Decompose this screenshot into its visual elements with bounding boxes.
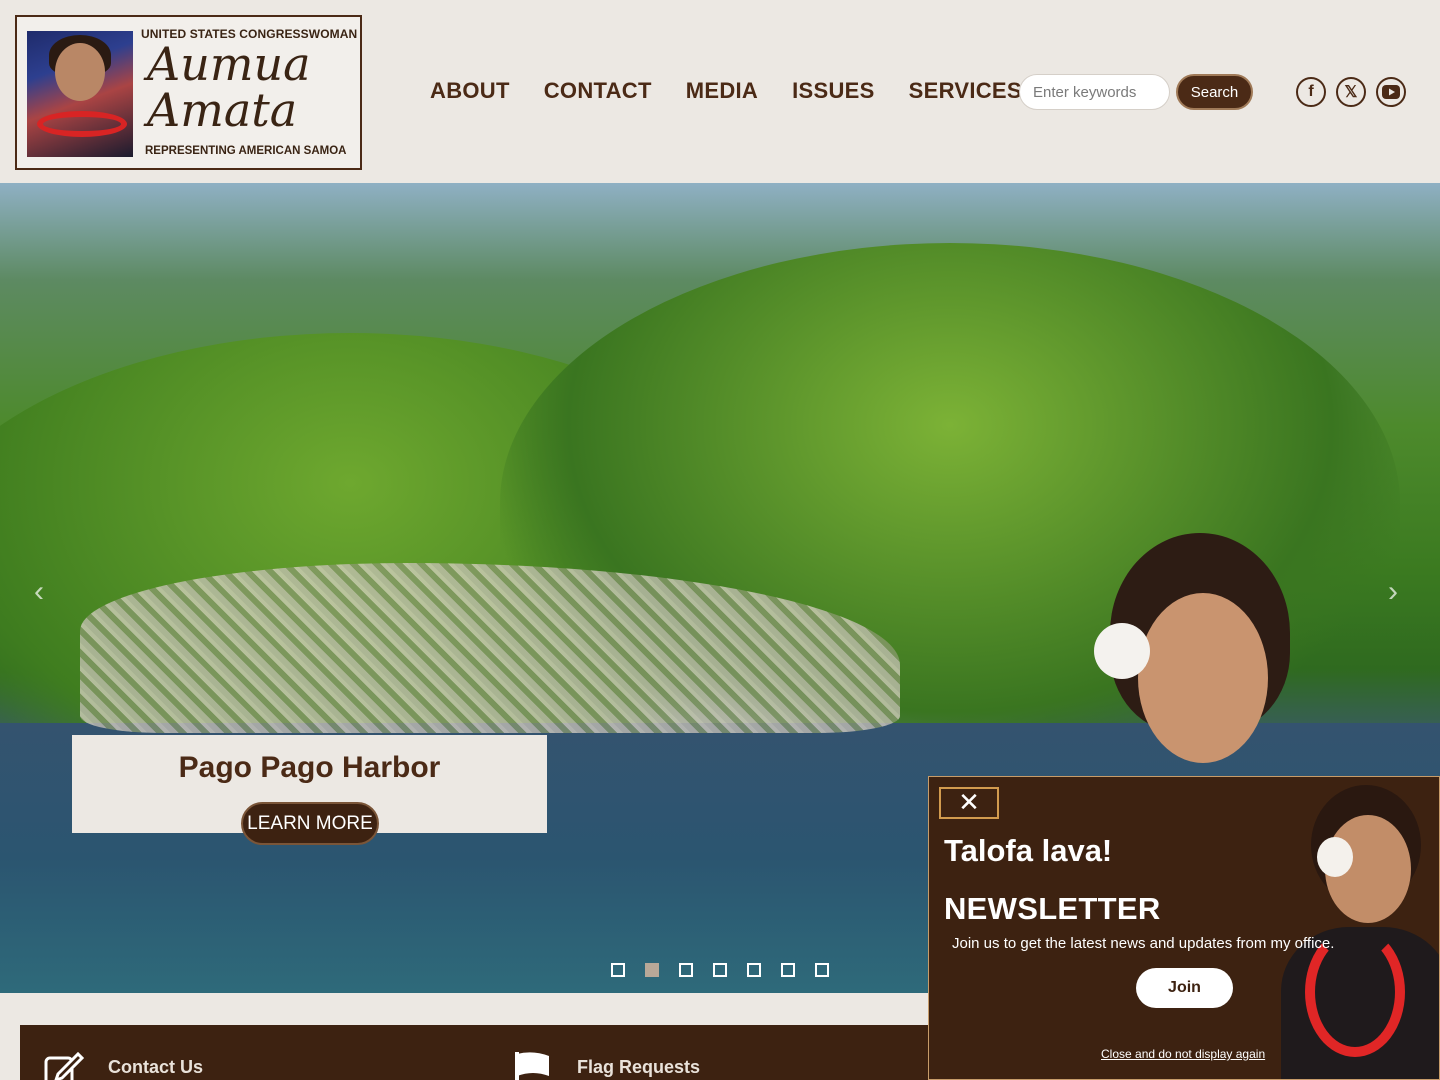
youtube-icon[interactable]	[1376, 77, 1406, 107]
nav-item-contact[interactable]: CONTACT	[544, 78, 652, 104]
dismiss-popup-link[interactable]: Close and do not display again	[1101, 1047, 1265, 1061]
slide-dot-3[interactable]	[679, 963, 693, 977]
nav-item-about[interactable]: ABOUT	[430, 78, 510, 104]
slide-dot-5[interactable]	[747, 963, 761, 977]
slide-caption: Pago Pago Harbor LEARN MORE	[72, 735, 547, 845]
slide-dot-1[interactable]	[611, 963, 625, 977]
learn-more-button[interactable]: LEARN MORE	[241, 802, 379, 845]
join-button[interactable]: Join	[1136, 968, 1233, 1008]
logo-name-text: Aumua Amata	[147, 37, 311, 137]
x-twitter-icon[interactable]: 𝕏	[1336, 77, 1366, 107]
search-input[interactable]	[1019, 74, 1170, 110]
quicklink-flag-requests[interactable]: Flag Requests	[513, 1052, 700, 1080]
quicklink-label: Flag Requests	[577, 1056, 701, 1077]
facebook-icon[interactable]: f	[1296, 77, 1326, 107]
flag-icon	[513, 1052, 553, 1080]
nav-item-issues[interactable]: ISSUES	[792, 78, 875, 104]
quicklink-contact-us[interactable]: Contact Us	[44, 1051, 204, 1080]
slide-title: Pago Pago Harbor	[178, 751, 441, 784]
site-logo[interactable]: UNITED STATES CONGRESSWOMAN Aumua Amata …	[15, 15, 362, 170]
congresswoman-photo	[27, 31, 133, 157]
popup-description: Join us to get the latest news and updat…	[952, 935, 1335, 952]
main-nav: ABOUT CONTACT MEDIA ISSUES SERVICES	[430, 78, 1022, 104]
search-button[interactable]: Search	[1176, 74, 1253, 110]
chevron-left-icon[interactable]: ‹	[34, 575, 44, 609]
slide-dot-4[interactable]	[713, 963, 727, 977]
slide-dot-2[interactable]	[645, 963, 659, 977]
popup-greeting: Talofa lava!	[944, 833, 1113, 868]
nav-item-media[interactable]: MEDIA	[686, 78, 758, 104]
logo-subtitle-text: REPRESENTING AMERICAN SAMOA	[145, 145, 347, 157]
popup-title: NEWSLETTER	[944, 891, 1161, 926]
slide-dot-6[interactable]	[781, 963, 795, 977]
slide-dot-7[interactable]	[815, 963, 829, 977]
newsletter-popup: ✕ Talofa lava! NEWSLETTER Join us to get…	[928, 776, 1440, 1080]
edit-icon	[44, 1051, 85, 1080]
chevron-right-icon[interactable]: ›	[1388, 575, 1398, 609]
slider-pagination	[611, 963, 829, 977]
nav-item-services[interactable]: SERVICES	[909, 78, 1022, 104]
popup-portrait	[1281, 777, 1439, 1079]
site-header: UNITED STATES CONGRESSWOMAN Aumua Amata …	[0, 0, 1440, 183]
quicklink-label: Contact Us	[108, 1056, 204, 1077]
close-icon[interactable]: ✕	[939, 787, 999, 819]
